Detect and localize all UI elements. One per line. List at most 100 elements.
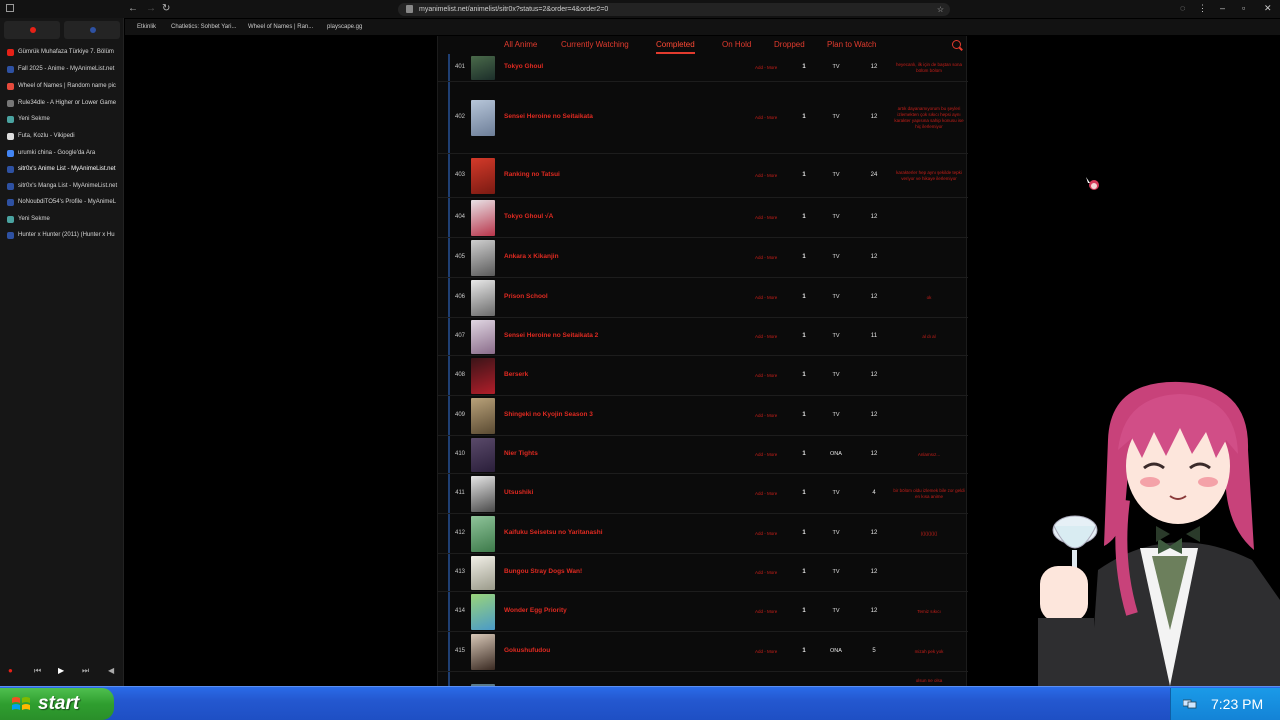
anime-cover-image[interactable] — [471, 320, 495, 354]
anime-episodes[interactable]: 12 — [864, 451, 884, 457]
bookmark-star-icon[interactable]: ☆ — [937, 5, 944, 14]
sidebar-tab-item[interactable]: Yeni Sekme — [0, 111, 124, 127]
anime-episodes[interactable]: 12 — [864, 530, 884, 536]
anime-title-link[interactable]: Berserk — [504, 371, 528, 378]
tab-plan-to-watch[interactable]: Plan to Watch — [827, 40, 877, 50]
anime-cover-image[interactable] — [471, 398, 495, 434]
anime-episodes[interactable]: 12 — [864, 214, 884, 220]
anime-score[interactable]: 1 — [796, 214, 812, 220]
anime-title-link[interactable]: Ranking no Tatsui — [504, 171, 560, 178]
bookmark-item[interactable]: playscape.gg — [319, 22, 362, 32]
anime-cover-image[interactable] — [471, 240, 495, 276]
network-icon[interactable] — [1183, 698, 1197, 710]
anime-cover-image[interactable] — [471, 100, 495, 136]
anime-title-link[interactable]: Wonder Egg Priority — [504, 607, 567, 614]
row-actions-link[interactable]: Add - More — [755, 173, 777, 178]
anime-cover-image[interactable] — [471, 476, 495, 512]
anime-title-link[interactable]: Sensei Heroine no Seitaikata 2 — [504, 332, 598, 339]
address-bar[interactable]: myanimelist.net/animelist/sitr0x?status=… — [398, 3, 950, 16]
anime-score[interactable]: 1 — [796, 490, 812, 496]
back-button[interactable]: ← — [128, 3, 138, 15]
close-button[interactable]: ✕ — [1264, 3, 1272, 14]
sidebar-tab-item[interactable]: sitr0x's Anime List - MyAnimeList.net — [0, 161, 124, 177]
sidebar-tab-item[interactable]: sitr0x's Manga List - MyAnimeList.net — [0, 178, 124, 194]
menu-icon[interactable]: ⋮ — [1198, 3, 1207, 14]
anime-title-link[interactable]: Tokyo Ghoul √A — [504, 213, 553, 220]
bookmark-item[interactable]: Etkinlik — [129, 22, 156, 32]
anime-episodes[interactable]: 12 — [864, 114, 884, 120]
sidebar-tab-item[interactable]: urumki china - Google'da Ara — [0, 145, 124, 161]
next-track-button[interactable]: ⏭ — [82, 666, 89, 676]
anime-score[interactable]: 1 — [796, 172, 812, 178]
sidebar-tab-item[interactable]: Fall 2025 - Anime - MyAnimeList.net — [0, 61, 124, 77]
row-actions-link[interactable]: Add - More — [755, 295, 777, 300]
anime-score[interactable]: 1 — [796, 451, 812, 457]
anime-title-link[interactable]: Ankara x Kikanjin — [504, 253, 559, 260]
anime-cover-image[interactable] — [471, 634, 495, 670]
bookmark-item[interactable]: Wheel of Names | Ran... — [240, 22, 313, 32]
row-actions-link[interactable]: Add - More — [755, 413, 777, 418]
anime-cover-image[interactable] — [471, 280, 495, 316]
row-actions-link[interactable]: Add - More — [755, 570, 777, 575]
anime-cover-image[interactable] — [471, 200, 495, 236]
row-actions-link[interactable]: Add - More — [755, 491, 777, 496]
anime-title-link[interactable]: Nier Tights — [504, 450, 538, 457]
volume-icon[interactable]: ◀ — [108, 666, 114, 675]
play-button[interactable]: ▶ — [58, 666, 64, 675]
anime-title-link[interactable]: Shingeki no Kyojin Season 3 — [504, 411, 593, 418]
start-button[interactable]: start — [0, 688, 114, 720]
row-actions-link[interactable]: Add - More — [755, 115, 777, 120]
anime-episodes[interactable]: 12 — [864, 372, 884, 378]
tab-dropped[interactable]: Dropped — [774, 40, 805, 50]
sidebar-tab-item[interactable]: Wheel of Names | Random name pic — [0, 78, 124, 94]
anime-cover-image[interactable] — [471, 158, 495, 194]
anime-score[interactable]: 1 — [796, 333, 812, 339]
anime-cover-image[interactable] — [471, 594, 495, 630]
anime-episodes[interactable]: 12 — [864, 254, 884, 260]
anime-cover-image[interactable] — [471, 556, 495, 590]
anime-cover-image[interactable] — [471, 438, 495, 472]
pinned-tab[interactable] — [4, 21, 60, 39]
site-info-icon[interactable] — [406, 5, 413, 13]
sidebar-tab-item[interactable]: Rule34dle - A Higher or Lower Game — [0, 95, 124, 111]
tab-all-anime[interactable]: All Anime — [504, 40, 537, 50]
sidebar-tab-item[interactable]: NoNoubdiTO54's Profile - MyAnimeL — [0, 194, 124, 210]
anime-title-link[interactable]: Gokushufudou — [504, 647, 550, 654]
anime-episodes[interactable]: 4 — [864, 490, 884, 496]
anime-cover-image[interactable] — [471, 516, 495, 552]
previous-track-button[interactable]: ⏮ — [34, 666, 41, 676]
anime-score[interactable]: 1 — [796, 648, 812, 654]
tab-completed[interactable]: Completed — [656, 40, 695, 54]
sidebar-tab-item[interactable]: Hunter x Hunter (2011) (Hunter x Hu — [0, 227, 124, 243]
anime-episodes[interactable]: 24 — [864, 172, 884, 178]
row-actions-link[interactable]: Add - More — [755, 255, 777, 260]
anime-cover-image[interactable] — [471, 56, 495, 80]
anime-episodes[interactable]: 11 — [864, 333, 884, 339]
anime-title-link[interactable]: Tokyo Ghoul — [504, 63, 543, 70]
row-actions-link[interactable]: Add - More — [755, 373, 777, 378]
extensions-icon[interactable]: ◌ — [1180, 3, 1185, 13]
anime-episodes[interactable]: 12 — [864, 608, 884, 614]
anime-cover-image[interactable] — [471, 358, 495, 394]
row-actions-link[interactable]: Add - More — [755, 215, 777, 220]
taskbar-clock[interactable]: 7:23 PM — [1211, 696, 1263, 712]
row-actions-link[interactable]: Add - More — [755, 609, 777, 614]
anime-score[interactable]: 1 — [796, 254, 812, 260]
row-actions-link[interactable]: Add - More — [755, 649, 777, 654]
maximize-button[interactable]: ▫ — [1242, 3, 1245, 13]
sidebar-tab-item[interactable]: Yeni Sekme — [0, 211, 124, 227]
anime-episodes[interactable]: 12 — [864, 569, 884, 575]
anime-title-link[interactable]: Bungou Stray Dogs Wan! — [504, 568, 582, 575]
sidebar-tab-item[interactable]: Gümrük Muhafaza Türkiye 7. Bölüm — [0, 44, 124, 60]
row-actions-link[interactable]: Add - More — [755, 452, 777, 457]
anime-title-link[interactable]: Utsushiki — [504, 489, 533, 496]
tab-currently-watching[interactable]: Currently Watching — [561, 40, 629, 50]
tab-on-hold[interactable]: On Hold — [722, 40, 751, 50]
anime-score[interactable]: 1 — [796, 530, 812, 536]
sidebar-toggle-icon[interactable] — [6, 4, 14, 12]
row-actions-link[interactable]: Add - More — [755, 531, 777, 536]
anime-episodes[interactable]: 12 — [864, 412, 884, 418]
row-actions-link[interactable]: Add - More — [755, 334, 777, 339]
anime-episodes[interactable]: 12 — [864, 294, 884, 300]
bookmark-item[interactable]: Chatletics: Sohbet Yari... — [163, 22, 236, 32]
